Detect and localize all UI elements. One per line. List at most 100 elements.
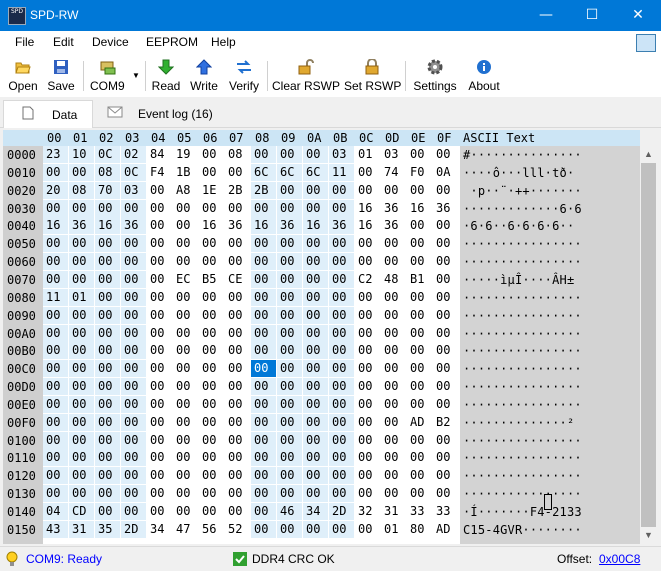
hex-byte-cell[interactable]: 6C xyxy=(303,163,328,181)
hex-byte-cell[interactable]: 00 xyxy=(433,253,458,270)
hex-byte-cell[interactable]: 00 xyxy=(381,253,406,270)
hex-byte-cell[interactable]: 70 xyxy=(95,181,120,199)
hex-byte-cell[interactable]: 00 xyxy=(95,378,120,396)
hex-byte-cell[interactable]: 00 xyxy=(329,467,354,485)
hex-byte-cell[interactable]: 08 xyxy=(95,163,120,181)
hex-byte-cell[interactable]: 00 xyxy=(43,235,68,253)
menu-help[interactable]: Help xyxy=(211,35,236,49)
hex-byte-cell[interactable]: 1E xyxy=(199,182,224,199)
set-rswp-button[interactable]: Set RSWP xyxy=(344,55,401,95)
menu-file[interactable]: File xyxy=(15,35,34,49)
hex-byte-cell[interactable]: 00 xyxy=(303,449,328,467)
ascii-text-row[interactable]: ·6·6··6·6·6·6·· xyxy=(463,219,574,233)
hex-byte-cell[interactable]: 00 xyxy=(433,432,458,449)
hex-byte-cell[interactable]: 20 xyxy=(43,181,68,199)
hex-byte-cell[interactable]: 00 xyxy=(407,432,432,449)
hex-byte-cell[interactable]: 00 xyxy=(43,449,68,467)
hex-byte-cell[interactable]: 00 xyxy=(355,467,380,484)
about-button[interactable]: About xyxy=(464,55,504,95)
hex-byte-cell[interactable]: 00 xyxy=(121,324,146,342)
hex-byte-cell[interactable]: 16 xyxy=(251,217,276,235)
ascii-text-row[interactable]: ·············6·6 xyxy=(463,202,582,216)
hex-byte-cell[interactable]: 1B xyxy=(173,164,198,181)
hex-byte-cell[interactable]: 16 xyxy=(303,217,328,235)
hex-byte-cell[interactable]: 00 xyxy=(147,182,172,199)
ascii-text-row[interactable]: ················ xyxy=(463,344,582,358)
hex-byte-cell[interactable]: 00 xyxy=(43,485,68,503)
ascii-text-row[interactable]: ·p··¨·++······· xyxy=(463,184,582,198)
hex-byte-cell[interactable]: 00 xyxy=(43,199,68,217)
hex-byte-cell[interactable]: 00 xyxy=(277,253,302,271)
hex-byte-cell[interactable]: 00 xyxy=(329,449,354,467)
hex-byte-cell[interactable]: 00 xyxy=(43,431,68,449)
hex-byte-cell[interactable]: A8 xyxy=(173,182,198,199)
hex-byte-cell[interactable]: 36 xyxy=(433,200,458,217)
hex-byte-cell[interactable]: 00 xyxy=(303,520,328,538)
menu-edit[interactable]: Edit xyxy=(53,35,74,49)
hex-byte-cell[interactable]: 00 xyxy=(69,324,94,342)
hex-byte-cell[interactable]: 00 xyxy=(95,324,120,342)
hex-byte-cell[interactable]: 00 xyxy=(147,449,172,466)
hex-byte-cell[interactable]: 00 xyxy=(173,325,198,342)
hex-byte-cell[interactable]: 00 xyxy=(251,270,276,288)
hex-byte-cell[interactable]: 00 xyxy=(225,503,250,520)
hex-byte-cell[interactable]: 00 xyxy=(433,325,458,342)
hex-byte-cell[interactable]: 00 xyxy=(303,288,328,306)
hex-byte-cell[interactable]: 00 xyxy=(355,164,380,181)
hex-byte-cell[interactable]: 00 xyxy=(121,235,146,253)
hex-byte-cell[interactable]: 11 xyxy=(43,288,68,306)
hex-byte-cell[interactable]: 36 xyxy=(329,217,354,235)
hex-byte-cell[interactable]: 00 xyxy=(147,325,172,342)
hex-byte-cell[interactable]: 00 xyxy=(381,414,406,431)
ascii-text-row[interactable]: ·····ìµÎ····ÂH± xyxy=(463,273,574,287)
ascii-text-row[interactable]: ················ xyxy=(463,487,582,501)
settings-button[interactable]: Settings xyxy=(410,55,460,95)
hex-byte-cell[interactable]: 00 xyxy=(433,307,458,324)
hex-byte-cell[interactable]: 00 xyxy=(251,324,276,342)
hex-byte-cell[interactable]: 00 xyxy=(277,449,302,467)
hex-byte-cell[interactable]: 00 xyxy=(407,182,432,199)
hex-byte-cell[interactable]: 00 xyxy=(173,485,198,502)
verify-button[interactable]: Verify xyxy=(226,55,262,95)
hex-byte-cell[interactable]: 08 xyxy=(69,181,94,199)
menu-device[interactable]: Device xyxy=(92,35,129,49)
hex-byte-cell[interactable]: 00 xyxy=(225,253,250,270)
write-button[interactable]: Write xyxy=(187,55,221,95)
hex-byte-cell[interactable]: 16 xyxy=(199,217,224,234)
save-button[interactable]: Save xyxy=(46,55,76,95)
hex-byte-cell[interactable]: 00 xyxy=(95,485,120,503)
hex-byte-cell[interactable]: 36 xyxy=(277,217,302,235)
hex-byte-cell[interactable]: 00 xyxy=(225,378,250,395)
hex-byte-cell[interactable]: 00 xyxy=(43,395,68,413)
hex-byte-cell[interactable]: 00 xyxy=(69,413,94,431)
hex-byte-cell[interactable]: 36 xyxy=(225,217,250,234)
hex-byte-cell[interactable]: 00 xyxy=(251,503,276,520)
hex-byte-cell[interactable]: CE xyxy=(225,271,250,288)
hex-byte-cell[interactable]: 00 xyxy=(355,485,380,502)
hex-byte-cell[interactable]: 00 xyxy=(303,306,328,324)
hex-byte-cell[interactable]: 00 xyxy=(355,432,380,449)
hex-byte-cell[interactable]: 00 xyxy=(251,485,276,503)
hex-byte-cell[interactable]: 00 xyxy=(147,289,172,306)
hex-byte-cell[interactable]: 00 xyxy=(121,395,146,413)
hex-byte-cell[interactable]: 00 xyxy=(251,378,276,396)
hex-byte-cell[interactable]: 00 xyxy=(251,199,276,217)
hex-byte-cell[interactable]: 00 xyxy=(329,324,354,342)
hex-byte-cell[interactable]: 00 xyxy=(251,306,276,324)
close-button[interactable]: ✕ xyxy=(615,0,661,31)
hex-byte-cell[interactable]: 00 xyxy=(199,503,224,520)
hex-byte-cell[interactable]: 00 xyxy=(69,467,94,485)
hex-byte-cell[interactable]: 74 xyxy=(381,164,406,181)
hex-byte-cell[interactable]: 00 xyxy=(303,413,328,431)
hex-byte-cell[interactable]: 00 xyxy=(381,396,406,413)
hex-byte-cell[interactable]: 00 xyxy=(43,378,68,396)
ascii-text-row[interactable]: ················ xyxy=(463,291,582,305)
hex-byte-cell[interactable]: 00 xyxy=(329,270,354,288)
hex-byte-cell[interactable]: 00 xyxy=(251,413,276,431)
hex-byte-cell[interactable]: 04 xyxy=(43,503,68,520)
tab-data[interactable]: Data xyxy=(3,100,93,128)
hex-byte-cell[interactable]: 00 xyxy=(95,413,120,431)
hex-byte-cell[interactable]: 00 xyxy=(251,449,276,467)
hex-byte-cell[interactable]: 00 xyxy=(355,325,380,342)
hex-byte-cell[interactable]: 00 xyxy=(95,199,120,217)
